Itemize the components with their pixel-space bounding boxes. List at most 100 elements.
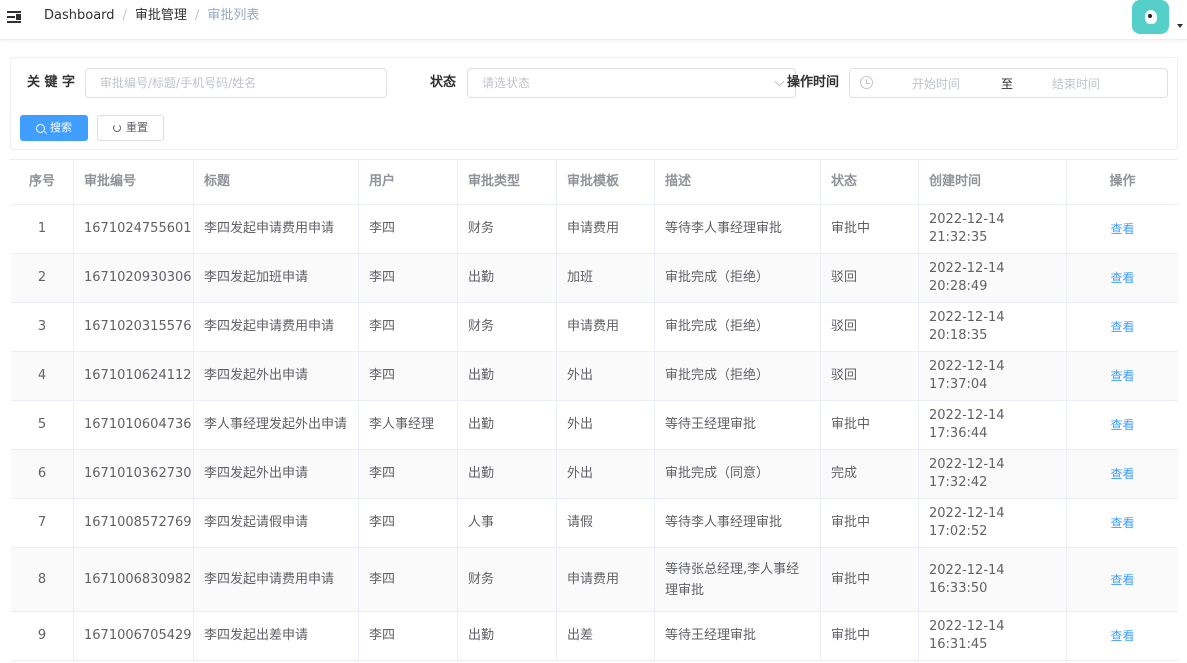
cell-user: 李人事经理 — [359, 401, 458, 449]
column-header: 审批编号 — [74, 160, 194, 204]
cell-actions: 查看 — [1067, 352, 1178, 400]
cell-description: 等待李人事经理审批 — [655, 205, 821, 253]
table-row: 7 1671008572769 李四发起请假申请 李四 人事 请假 等待李人事经… — [11, 499, 1178, 548]
search-icon — [36, 123, 45, 133]
cell-index: 7 — [11, 499, 74, 547]
cell-created-time: 2022-12-14 17:02:52 — [919, 499, 1067, 547]
approval-table: 序号 审批编号 标题 用户 审批类型 审批模板 描述 状态 创建时间 操作 1 … — [10, 159, 1178, 661]
breadcrumb-approval-management[interactable]: 审批管理 — [135, 8, 187, 24]
cell-template: 加班 — [557, 254, 655, 302]
view-link[interactable]: 查看 — [1110, 269, 1134, 287]
cell-user: 李四 — [359, 254, 458, 302]
cell-description: 审批完成（同意） — [655, 450, 821, 498]
cell-type: 出勤 — [458, 450, 557, 498]
cell-title: 李四发起出差申请 — [194, 612, 359, 660]
cell-template: 申请费用 — [557, 548, 655, 611]
cell-approval-no: 1671020930306 — [74, 254, 194, 302]
caret-down-icon[interactable] — [1177, 24, 1183, 28]
cell-user: 李四 — [359, 303, 458, 351]
column-header: 序号 — [11, 160, 74, 204]
cell-type: 出勤 — [458, 254, 557, 302]
keyword-label: 关 键 字 — [27, 75, 76, 90]
cell-type: 出勤 — [458, 401, 557, 449]
view-link[interactable]: 查看 — [1110, 220, 1134, 238]
cell-actions: 查看 — [1067, 254, 1178, 302]
cell-description: 等待王经理审批 — [655, 401, 821, 449]
cell-index: 9 — [11, 612, 74, 660]
cell-description: 等待王经理审批 — [655, 612, 821, 660]
cell-title: 李四发起外出申请 — [194, 450, 359, 498]
column-header: 状态 — [821, 160, 919, 204]
cell-approval-no: 1671020315576 — [74, 303, 194, 351]
view-link[interactable]: 查看 — [1110, 514, 1134, 532]
cell-template: 请假 — [557, 499, 655, 547]
breadcrumb-separator: / — [194, 8, 200, 23]
cell-user: 李四 — [359, 352, 458, 400]
column-header: 审批模板 — [557, 160, 655, 204]
cell-created-time: 2022-12-14 16:31:45 — [919, 612, 1067, 660]
navbar: Dashboard / 审批管理 / 审批列表 — [0, 0, 1187, 40]
cell-status: 驳回 — [821, 352, 919, 400]
refresh-icon — [113, 124, 121, 132]
cell-index: 8 — [11, 548, 74, 611]
table-row: 3 1671020315576 李四发起申请费用申请 李四 财务 申请费用 审批… — [11, 303, 1178, 352]
cell-index: 6 — [11, 450, 74, 498]
cell-description: 审批完成（拒绝） — [655, 352, 821, 400]
cell-user: 李四 — [359, 612, 458, 660]
column-header: 用户 — [359, 160, 458, 204]
cell-description: 审批完成（拒绝） — [655, 303, 821, 351]
cell-status: 审批中 — [821, 548, 919, 611]
keyword-input[interactable]: 审批编号/标题/手机号码/姓名 — [85, 68, 387, 98]
cell-description: 等待李人事经理审批 — [655, 499, 821, 547]
cell-template: 出差 — [557, 612, 655, 660]
view-link[interactable]: 查看 — [1110, 416, 1134, 434]
cell-approval-no: 1671008572769 — [74, 499, 194, 547]
date-range-picker[interactable]: 开始时间 至 结束时间 — [849, 68, 1168, 98]
status-select[interactable]: 请选状态 — [467, 68, 796, 98]
view-link[interactable]: 查看 — [1110, 571, 1134, 589]
cell-actions: 查看 — [1067, 548, 1178, 611]
cell-actions: 查看 — [1067, 450, 1178, 498]
cell-status: 完成 — [821, 450, 919, 498]
cell-approval-no: 1671010362730 — [74, 450, 194, 498]
view-link[interactable]: 查看 — [1110, 367, 1134, 385]
cell-status: 驳回 — [821, 254, 919, 302]
cell-template: 申请费用 — [557, 205, 655, 253]
cell-status: 审批中 — [821, 612, 919, 660]
hamburger-menu-icon[interactable] — [7, 10, 21, 24]
view-link[interactable]: 查看 — [1110, 627, 1134, 645]
cell-description: 审批完成（拒绝） — [655, 254, 821, 302]
cell-type: 财务 — [458, 303, 557, 351]
end-time-input[interactable]: 结束时间 — [1052, 76, 1100, 92]
column-header: 标题 — [194, 160, 359, 204]
view-link[interactable]: 查看 — [1110, 465, 1134, 483]
column-header: 描述 — [655, 160, 821, 204]
cell-approval-no: 1671010624112 — [74, 352, 194, 400]
cell-title: 李四发起加班申请 — [194, 254, 359, 302]
cell-type: 财务 — [458, 205, 557, 253]
table-row: 4 1671010624112 李四发起外出申请 李四 出勤 外出 审批完成（拒… — [11, 352, 1178, 401]
cell-title: 李人事经理发起外出申请 — [194, 401, 359, 449]
reset-button[interactable]: 重置 — [97, 115, 164, 141]
cell-approval-no: 1671006830982 — [74, 548, 194, 611]
column-header: 操作 — [1109, 174, 1136, 189]
reset-button-label: 重置 — [126, 121, 148, 134]
table-row: 1 1671024755601 李四发起申请费用申请 李四 财务 申请费用 等待… — [11, 205, 1178, 254]
cell-index: 4 — [11, 352, 74, 400]
cell-title: 李四发起申请费用申请 — [194, 205, 359, 253]
cell-created-time: 2022-12-14 20:28:49 — [919, 254, 1067, 302]
start-time-input[interactable]: 开始时间 — [912, 76, 960, 92]
table-row: 2 1671020930306 李四发起加班申请 李四 出勤 加班 审批完成（拒… — [11, 254, 1178, 303]
view-link[interactable]: 查看 — [1110, 318, 1134, 336]
cell-created-time: 2022-12-14 16:33:50 — [919, 548, 1067, 611]
breadcrumb-approval-list: 审批列表 — [207, 8, 260, 23]
breadcrumb-dashboard[interactable]: Dashboard — [44, 8, 115, 24]
cell-user: 李四 — [359, 450, 458, 498]
cell-status: 驳回 — [821, 303, 919, 351]
table-row: 6 1671010362730 李四发起外出申请 李四 出勤 外出 审批完成（同… — [11, 450, 1178, 499]
cell-user: 李四 — [359, 548, 458, 611]
cell-created-time: 2022-12-14 17:32:42 — [919, 450, 1067, 498]
avatar[interactable] — [1132, 0, 1169, 34]
status-label: 状态 — [430, 75, 457, 90]
search-button[interactable]: 搜索 — [20, 115, 88, 141]
